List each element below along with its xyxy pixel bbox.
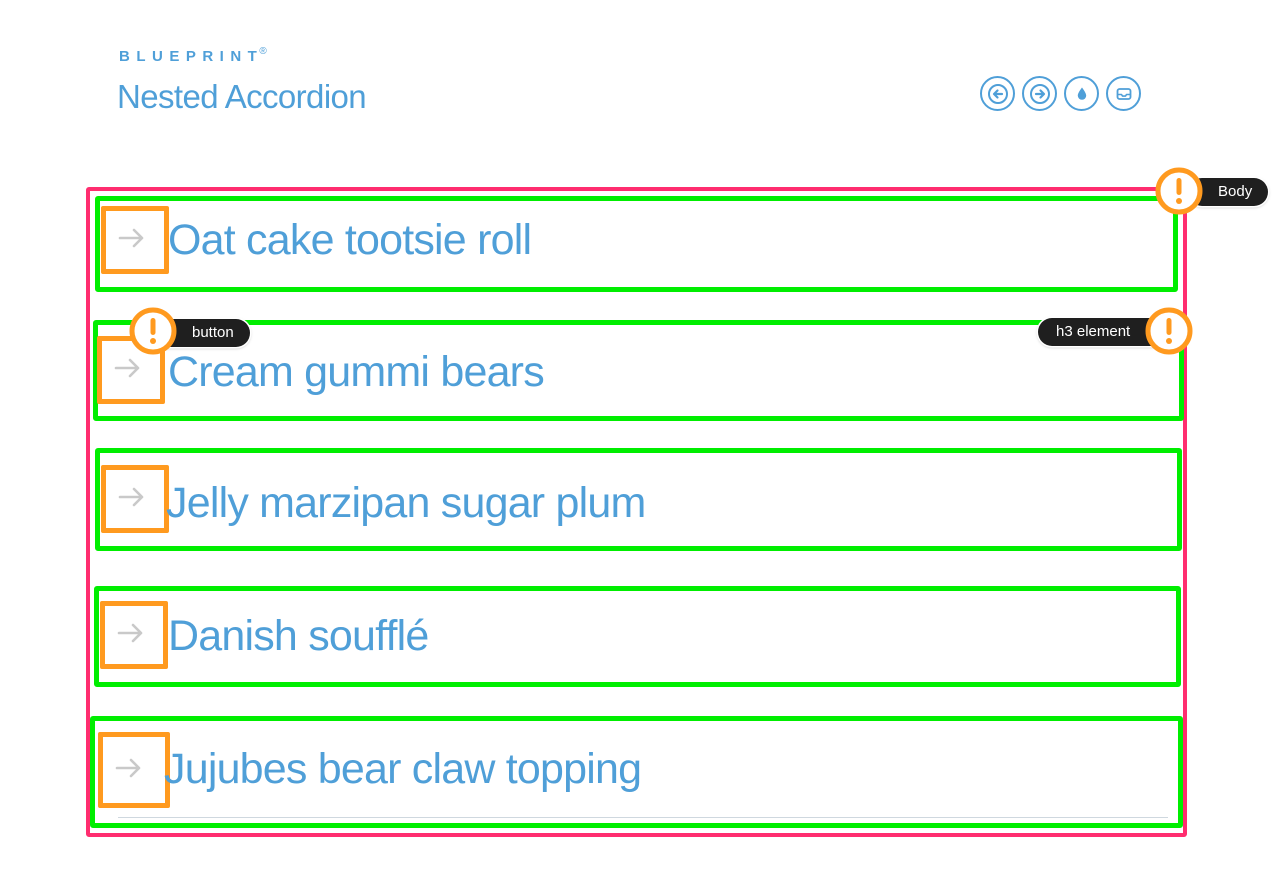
next-button[interactable] (1022, 76, 1057, 111)
accordion-heading[interactable]: Danish soufflé (168, 615, 429, 658)
nav-button-group (980, 76, 1141, 111)
arrow-right-icon (117, 623, 143, 643)
accordion-toggle-button[interactable] (100, 601, 168, 669)
page-title: Nested Accordion (117, 78, 367, 115)
accordion-heading[interactable]: Jelly marzipan sugar plum (166, 482, 646, 525)
warning-icon[interactable] (129, 307, 177, 355)
warning-icon[interactable] (1155, 167, 1203, 215)
brand-label: BLUEPRINT® (119, 46, 267, 65)
arrow-left-icon (987, 83, 1008, 104)
accordion-divider (118, 817, 1168, 818)
accordion-toggle-button[interactable] (101, 465, 169, 533)
droplet-icon (1077, 87, 1086, 100)
accordion-heading[interactable]: Oat cake tootsie roll (168, 219, 532, 262)
accordion-heading[interactable]: Jujubes bear claw topping (164, 748, 642, 791)
inbox-button[interactable] (1106, 76, 1141, 111)
annotation-tag-body-label: Body (1218, 183, 1253, 200)
previous-button[interactable] (980, 76, 1015, 111)
annotation-tag-h3-label: h3 element (1056, 323, 1131, 340)
brand-text: BLUEPRINT (119, 48, 264, 65)
brand-mark: ® (259, 46, 267, 57)
accordion-heading[interactable]: Cream gummi bears (168, 351, 545, 394)
accordion-toggle-button[interactable] (98, 732, 170, 808)
arrow-right-icon (114, 358, 140, 378)
inbox-icon (1116, 87, 1131, 100)
accordion-toggle-button[interactable] (101, 206, 169, 274)
arrow-right-icon (118, 487, 144, 507)
annotation-tag-button-label: button (192, 324, 234, 341)
arrow-right-icon (1029, 83, 1050, 104)
theme-button[interactable] (1064, 76, 1099, 111)
warning-icon[interactable] (1145, 307, 1193, 355)
arrow-right-icon (115, 758, 141, 778)
arrow-right-icon (118, 228, 144, 248)
